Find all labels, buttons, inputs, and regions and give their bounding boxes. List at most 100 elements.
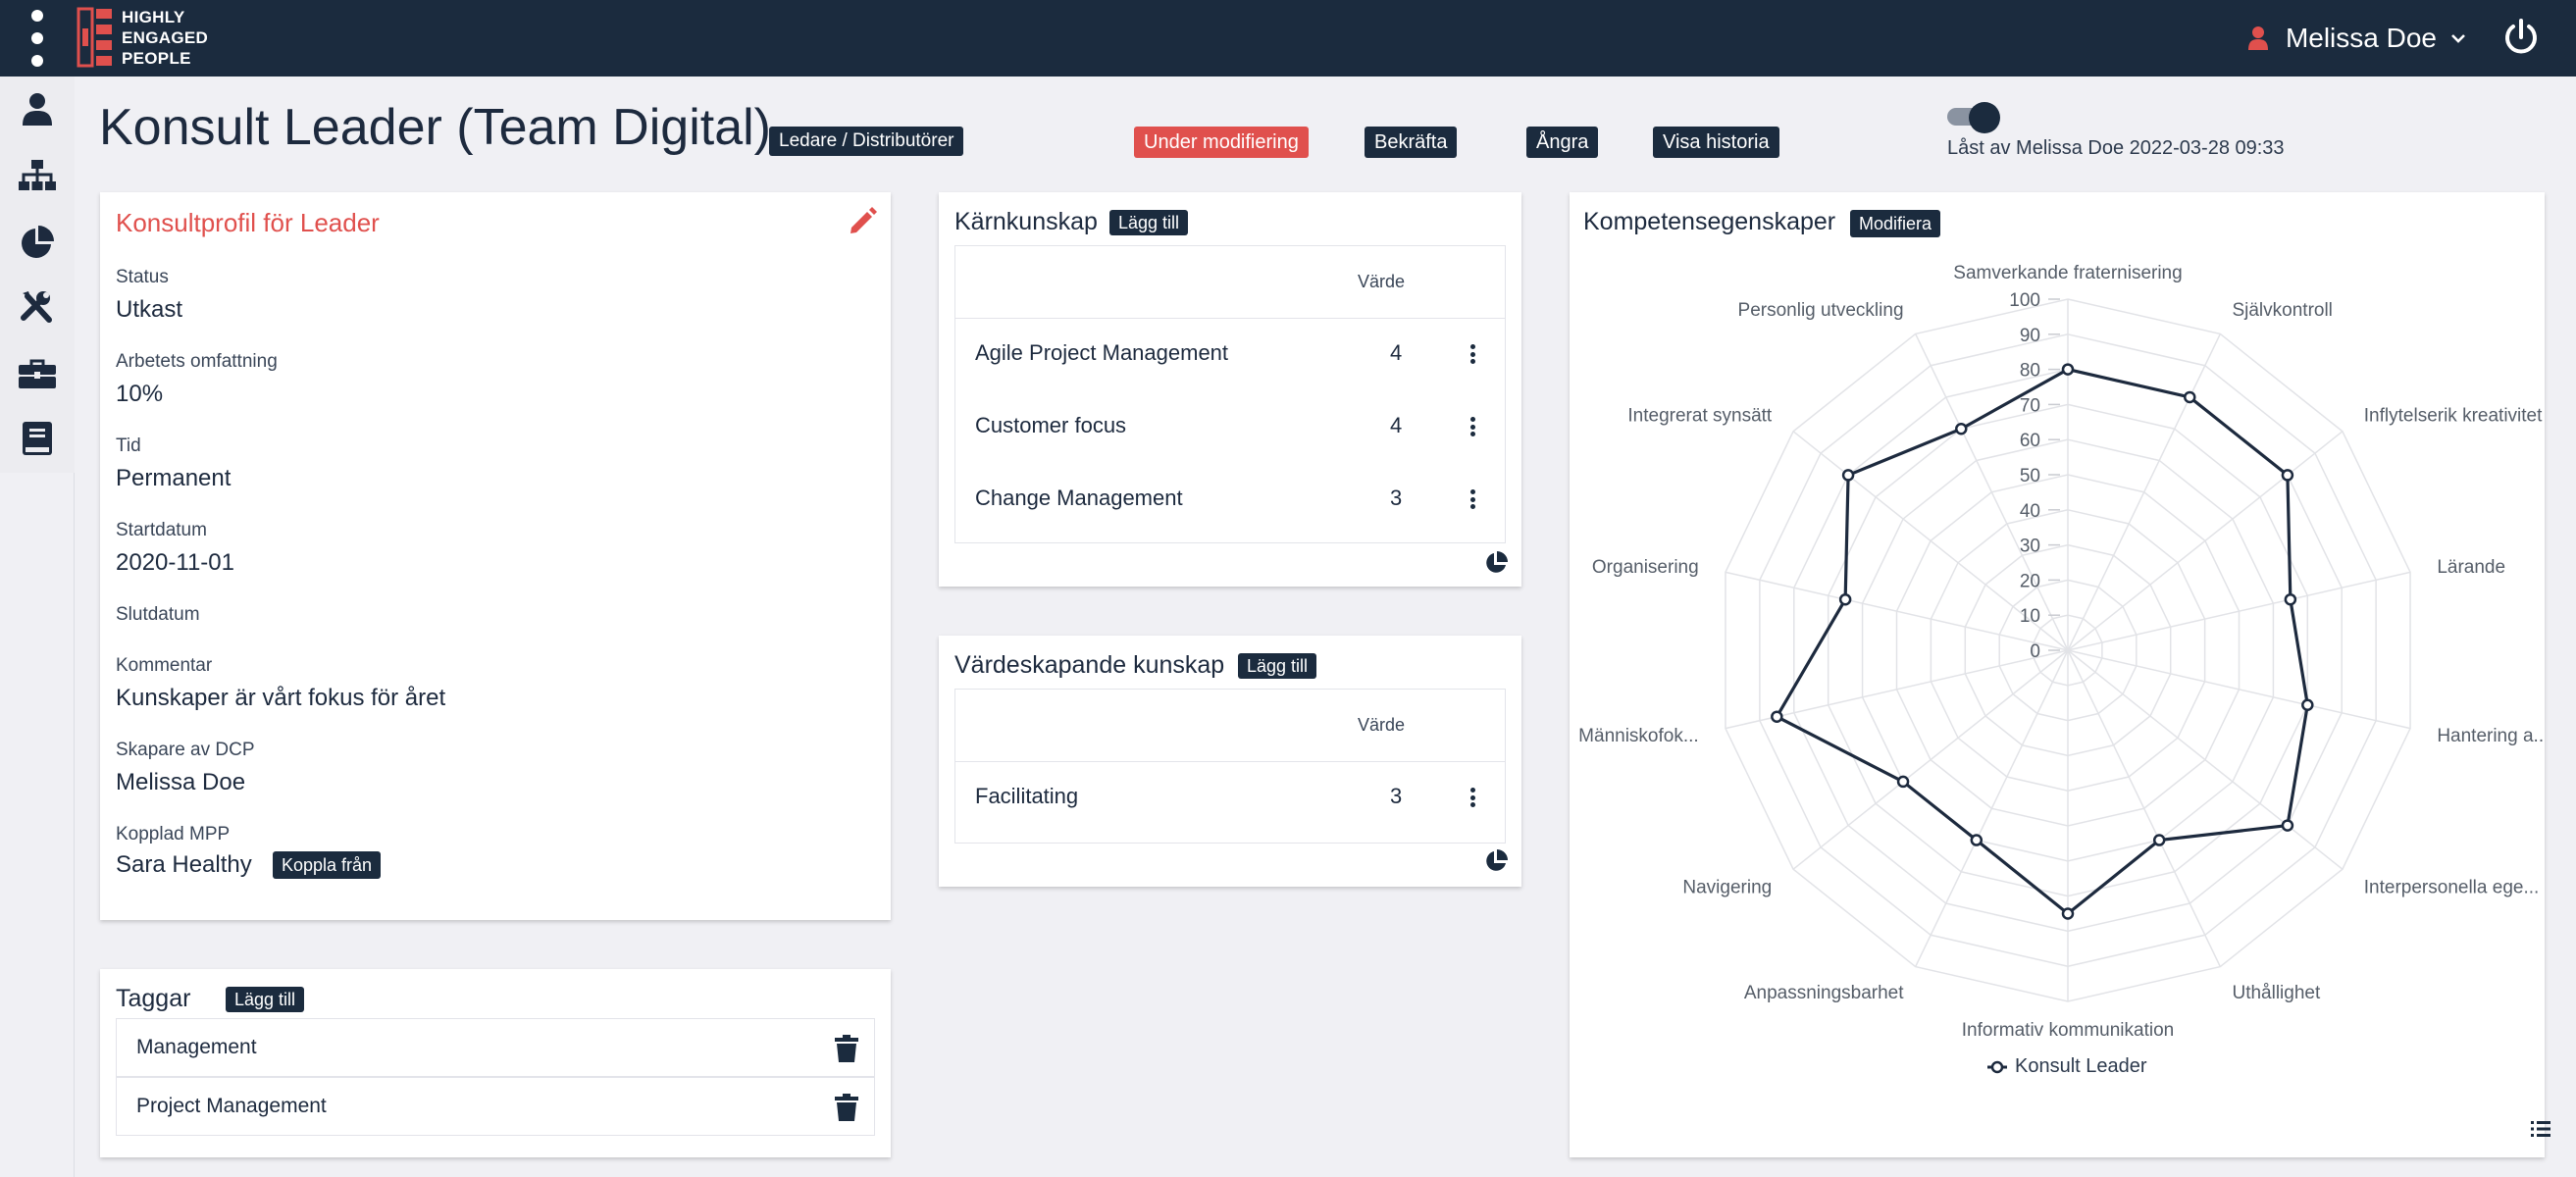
user-name: Melissa Doe: [2285, 23, 2437, 53]
row-menu-icon[interactable]: [1463, 338, 1482, 370]
sidebar-item-profile[interactable]: [0, 80, 75, 137]
top-bar: HIGHLY ENGAGED PEOPLE Melissa Doe: [0, 0, 2576, 77]
row-menu-icon[interactable]: [1463, 411, 1482, 442]
radar-category-label: Människofok...: [1578, 726, 1699, 746]
radar-tick-label: 80: [2020, 361, 2040, 382]
radar-data-point: [2281, 819, 2294, 832]
sitemap-icon: [19, 160, 56, 190]
scope-label: Arbetets omfattning: [116, 351, 278, 372]
radar-tick-label: 70: [2020, 395, 2040, 416]
pie-chart-icon[interactable]: [1484, 551, 1508, 575]
sidebar-item-tools[interactable]: [0, 280, 75, 336]
main-menu-icon[interactable]: [26, 10, 49, 67]
value-creating-title: Värdeskapande kunskap: [954, 651, 1225, 679]
radar-data-point: [2061, 363, 2075, 376]
edit-pencil-icon[interactable]: [848, 206, 877, 235]
pie-chart-icon[interactable]: [1484, 849, 1508, 873]
radar-category-label: Anpassningsbarhet: [1744, 983, 1904, 1003]
radar-tick-label: 100: [2009, 290, 2040, 311]
comment-label: Kommentar: [116, 655, 213, 676]
add-tag-button[interactable]: Lägg till: [226, 987, 305, 1012]
radar-category-label: Interpersonella ege...: [2364, 878, 2540, 898]
sidebar-item-analytics[interactable]: [0, 214, 75, 271]
undo-button[interactable]: Ångra: [1526, 127, 1599, 158]
table-row: Agile Project Management 4: [955, 319, 1505, 391]
tags-card: Taggar Lägg till Management Project Mana…: [100, 969, 891, 1157]
radar-data-point: [2061, 907, 2075, 920]
status-value: Utkast: [116, 296, 183, 323]
tools-icon: [21, 291, 52, 323]
tag-row: Management: [116, 1018, 875, 1077]
chart-legend[interactable]: Konsult Leader: [1987, 1055, 2147, 1078]
radar-category-label: Självkontroll: [2232, 300, 2332, 321]
radar-data-point: [1896, 775, 1910, 789]
end-date-label: Slutdatum: [116, 604, 200, 625]
knowledge-value: 4: [1390, 340, 1403, 365]
knowledge-name: Facilitating: [975, 784, 1079, 808]
user-menu[interactable]: Melissa Doe: [2247, 0, 2466, 77]
knowledge-name: Change Management: [975, 486, 1183, 510]
trash-icon[interactable]: [835, 1094, 858, 1121]
power-icon[interactable]: [2501, 18, 2541, 57]
table-row: Customer focus 4: [955, 391, 1505, 464]
tag-name: Project Management: [136, 1095, 327, 1117]
radar-data-point: [1955, 422, 1968, 435]
radar-data-point: [1970, 834, 1984, 846]
person-icon: [23, 93, 52, 126]
unlink-button[interactable]: Koppla från: [273, 851, 382, 879]
book-icon: [23, 422, 52, 455]
radar-tick-label: 0: [2030, 641, 2040, 662]
radar-data-point: [2152, 834, 2166, 846]
sidebar-item-organization[interactable]: [0, 147, 75, 204]
radar-data-point: [1771, 710, 1783, 723]
scope-value: 10%: [116, 381, 164, 407]
start-date-value: 2020-11-01: [116, 549, 234, 576]
sidebar-item-portfolio[interactable]: [0, 345, 75, 402]
radar-chart: 0 10 20 30 40 50 60 70 80 90 100 Samverkande frater…: [1578, 263, 2545, 1041]
sidebar-item-handbook[interactable]: [0, 410, 75, 467]
add-value-creating-button[interactable]: Lägg till: [1238, 653, 1317, 679]
core-knowledge-title: Kärnkunskap: [954, 208, 1098, 235]
radar-data-point: [2281, 469, 2294, 482]
knowledge-value: 3: [1390, 486, 1403, 510]
profile-title: Konsultprofil för Leader: [116, 208, 380, 237]
sidebar: [0, 77, 75, 1177]
lock-status-text: Låst av Melissa Doe 2022-03-28 09:33: [1947, 137, 2285, 159]
knowledge-name: Customer focus: [975, 413, 1127, 437]
radar-tick-label: 50: [2020, 466, 2040, 486]
tag-name: Management: [136, 1036, 257, 1058]
start-date-label: Startdatum: [116, 520, 207, 540]
user-icon: [2247, 26, 2268, 50]
legend-label: Konsult Leader: [2015, 1055, 2147, 1077]
radar-tick-label: 30: [2020, 537, 2040, 557]
logo[interactable]: HIGHLY ENGAGED PEOPLE: [77, 6, 208, 69]
radar-data-point: [2284, 592, 2297, 606]
list-icon[interactable]: [2531, 1120, 2550, 1138]
table-row: Change Management 3: [955, 464, 1505, 537]
table-row: Facilitating 3: [955, 762, 1505, 835]
row-menu-icon[interactable]: [1463, 782, 1482, 813]
core-knowledge-card: Kärnkunskap Lägg till Värde Agile Projec…: [939, 192, 1521, 587]
radar-category-label: Samverkande fraternisering: [1953, 263, 2182, 283]
radar-tick-label: 20: [2020, 571, 2040, 591]
logo-mark-icon: [77, 7, 112, 68]
history-button[interactable]: Visa historia: [1653, 127, 1779, 158]
creator-value: Melissa Doe: [116, 769, 246, 795]
radar-spoke: [2067, 431, 2344, 651]
radar-data-point: [1838, 592, 1852, 606]
trash-icon[interactable]: [835, 1035, 858, 1062]
table-header: Värde: [955, 246, 1505, 319]
radar-category-label: Navigering: [1682, 878, 1772, 898]
row-menu-icon[interactable]: [1463, 484, 1482, 515]
lock-toggle[interactable]: [1947, 102, 2002, 133]
status-badge: Under modifiering: [1134, 127, 1309, 158]
knowledge-value: 3: [1390, 784, 1403, 808]
radar-data-point: [2184, 390, 2196, 404]
confirm-button[interactable]: Bekräfta: [1365, 127, 1458, 158]
radar-category-label: Integrerat synsätt: [1627, 405, 1773, 426]
core-knowledge-table: Värde Agile Project Management 4 Custome…: [954, 245, 1506, 543]
value-column-header: Värde: [1358, 715, 1406, 735]
add-core-knowledge-button[interactable]: Lägg till: [1109, 210, 1189, 235]
briefcase-icon: [19, 359, 56, 388]
radar-data-point: [2301, 698, 2314, 712]
